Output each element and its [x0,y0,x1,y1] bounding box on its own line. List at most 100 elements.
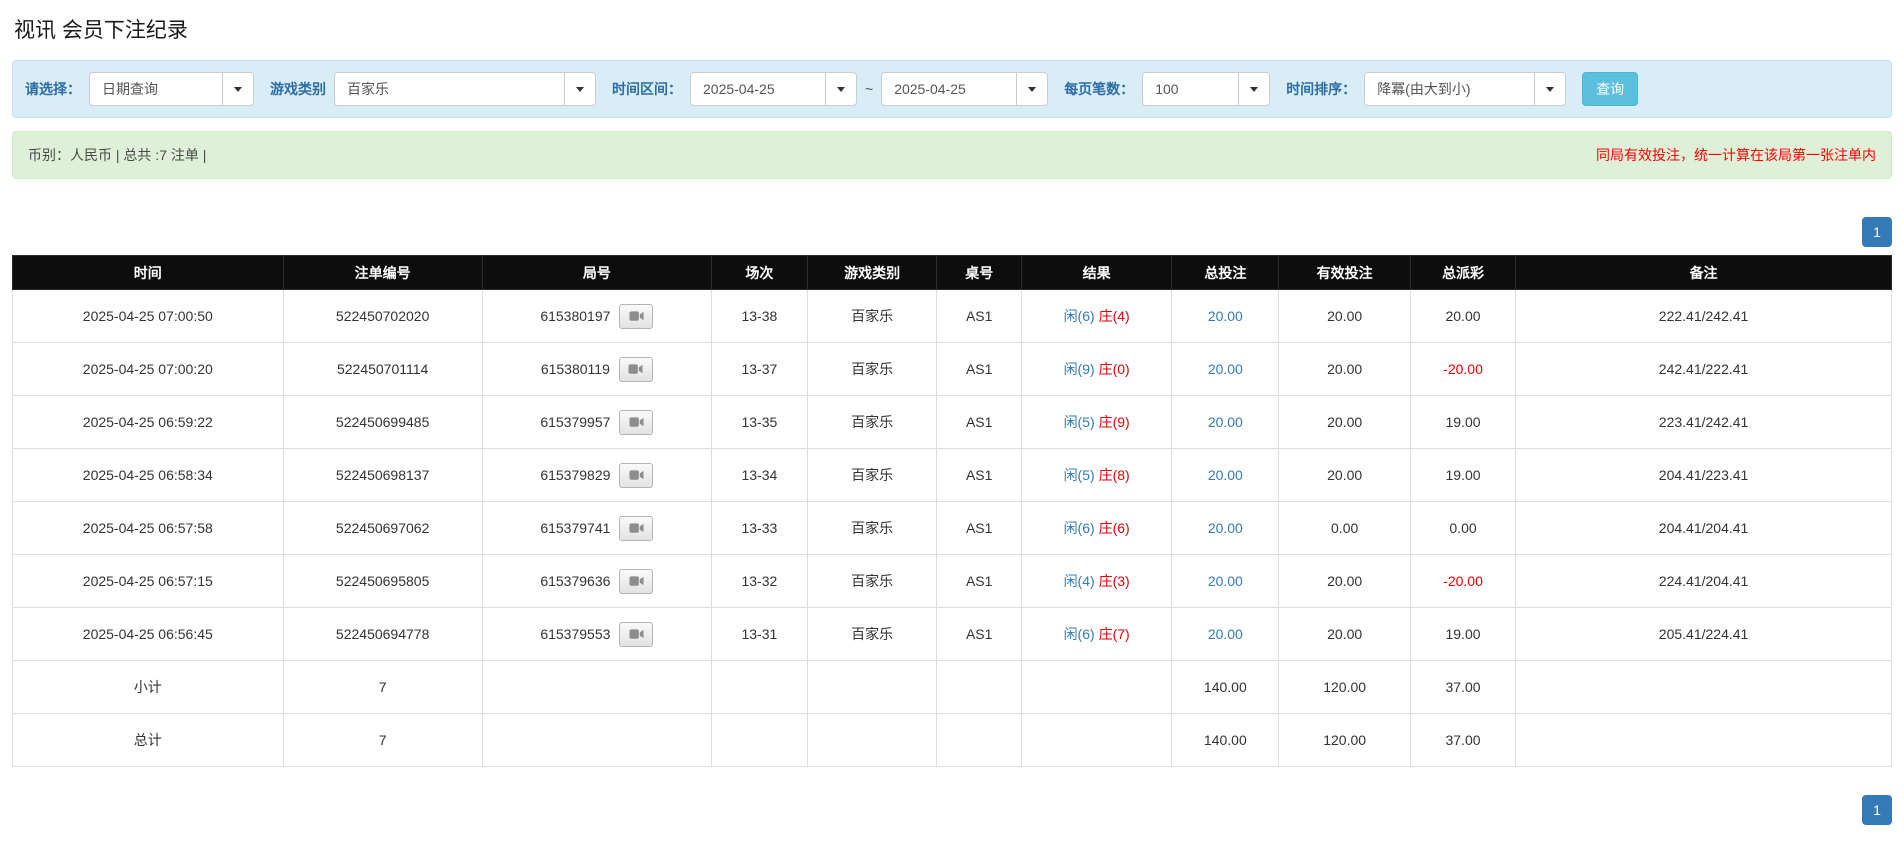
result-player: 闲(6) [1063,626,1095,642]
cell-table-no: AS1 [936,342,1022,396]
video-replay-button[interactable] [619,568,654,594]
game-type-dropdown[interactable]: 百家乐 [334,72,596,106]
total-bet-link[interactable]: 20.00 [1208,414,1243,430]
video-camera-icon [628,364,643,374]
total-bet-link[interactable]: 20.00 [1208,520,1243,536]
game-type-value: 百家乐 [334,72,564,106]
cell-payout: 20.00 [1409,289,1517,343]
page-container: 视讯 会员下注纪录 请选择： 日期查询 游戏类别 百家乐 时间区间： 2025-… [0,0,1904,849]
column-header: 注单编号 [282,255,483,290]
cell-total-bet: 20.00 [1171,501,1280,555]
date-to-toggle-button[interactable] [1016,72,1049,106]
video-camera-icon [629,629,644,639]
column-header: 游戏类别 [806,255,938,290]
cell-table-no: AS1 [936,395,1022,449]
valid-bet-notice-text: 同局有效投注，统一计算在该局第一张注单内 [1596,147,1876,163]
total-bet-link[interactable]: 20.00 [1208,626,1243,642]
cell-time: 2025-04-25 06:56:45 [12,607,284,661]
cell-game-type: 百家乐 [806,395,938,449]
result-banker: 庄(9) [1098,414,1130,430]
page-size-dropdown[interactable]: 100 [1142,72,1271,106]
video-camera-icon [629,417,644,427]
cell-round-id: 615379553 [481,607,712,661]
query-type-toggle-button[interactable] [222,72,254,106]
video-replay-button[interactable] [619,621,654,647]
search-button[interactable]: 查询 [1582,72,1639,106]
cell-time: 2025-04-25 06:57:15 [12,554,284,608]
result-banker: 庄(4) [1098,308,1130,324]
total-bet-link[interactable]: 20.00 [1208,308,1243,324]
cell-total-bet: 20.00 [1171,448,1280,502]
cell-session: 13-35 [710,395,808,449]
cell-session: 13-37 [710,342,808,396]
cell-note: 204.41/204.41 [1515,501,1892,555]
caret-down-icon [1028,86,1037,92]
cell-bet-id: 522450699485 [282,395,483,449]
page-1-button[interactable]: 1 [1862,795,1892,825]
cell-round-id: 615379957 [481,395,712,449]
page-size-value: 100 [1142,72,1239,106]
cell-valid-bet: 20.00 [1278,395,1411,449]
subtotal-row: 小计 7 140.00 120.00 37.00 [12,660,1892,714]
round-id-text: 615379636 [540,573,611,589]
sort-order-toggle-button[interactable] [1534,72,1567,106]
cell-round-id: 615379741 [481,501,712,555]
page-size-toggle-button[interactable] [1238,72,1271,106]
column-header: 结果 [1020,255,1173,290]
summary-bar: 币别：人民币 | 总共 :7 注单 | 同局有效投注，统一计算在该局第一张注单内 [12,131,1892,179]
total-payout: 37.00 [1409,713,1517,767]
payout-value: 19.00 [1445,467,1481,483]
game-type-label: 游戏类别 [270,81,326,97]
cell-table-no: AS1 [936,501,1022,555]
result-player: 闲(5) [1063,414,1095,430]
column-header: 备注 [1515,255,1892,290]
cell-result: 闲(6) 庄(6) [1020,501,1173,555]
cell-time: 2025-04-25 06:58:34 [12,448,284,502]
video-replay-button[interactable] [619,462,654,488]
payout-value: -20.00 [1443,361,1483,377]
date-to-dropdown[interactable]: 2025-04-25 [881,72,1049,106]
cell-note: 222.41/242.41 [1515,289,1892,343]
cell-valid-bet: 20.00 [1278,342,1411,396]
page-size-label: 每页笔数： [1064,81,1135,97]
round-id-text: 615379829 [540,467,611,483]
video-replay-button[interactable] [618,356,653,382]
video-replay-button[interactable] [619,515,654,541]
cell-valid-bet: 0.00 [1278,501,1411,555]
column-header: 局号 [481,255,712,290]
cell-valid-bet: 20.00 [1278,607,1411,661]
query-type-dropdown[interactable]: 日期查询 [89,72,254,106]
total-total-bet: 140.00 [1171,713,1280,767]
cell-note: 223.41/242.41 [1515,395,1892,449]
pagination-top: 1 [12,217,1892,247]
cell-game-type: 百家乐 [806,342,938,396]
page-1-button[interactable]: 1 [1862,217,1892,247]
table-row: 2025-04-25 06:59:22 522450699485 615379957… [12,395,1892,449]
table-row: 2025-04-25 06:56:45 522450694778 615379553… [12,607,1892,661]
column-header: 总投注 [1171,255,1280,290]
result-banker: 庄(3) [1098,573,1130,589]
payout-value: 0.00 [1449,520,1477,536]
result-player: 闲(9) [1063,361,1095,377]
column-header: 场次 [710,255,808,290]
cell-bet-id: 522450697062 [282,501,483,555]
cell-bet-id: 522450698137 [282,448,483,502]
result-player: 闲(6) [1063,308,1095,324]
cell-round-id: 615380119 [481,342,712,396]
sort-order-dropdown[interactable]: 降冪(由大到小) [1364,72,1567,106]
date-from-dropdown[interactable]: 2025-04-25 [690,72,857,106]
total-count: 7 [282,713,483,767]
cell-table-no: AS1 [936,289,1022,343]
cell-table-no: AS1 [936,554,1022,608]
video-camera-icon [629,576,644,586]
game-type-toggle-button[interactable] [564,72,596,106]
video-replay-button[interactable] [619,303,654,329]
cell-round-id: 615380197 [481,289,712,343]
total-bet-link[interactable]: 20.00 [1208,573,1243,589]
date-from-toggle-button[interactable] [825,72,857,106]
total-bet-link[interactable]: 20.00 [1208,467,1243,483]
total-bet-link[interactable]: 20.00 [1208,361,1243,377]
payout-value: 19.00 [1445,414,1481,430]
video-replay-button[interactable] [619,409,654,435]
cell-payout: -20.00 [1409,554,1517,608]
